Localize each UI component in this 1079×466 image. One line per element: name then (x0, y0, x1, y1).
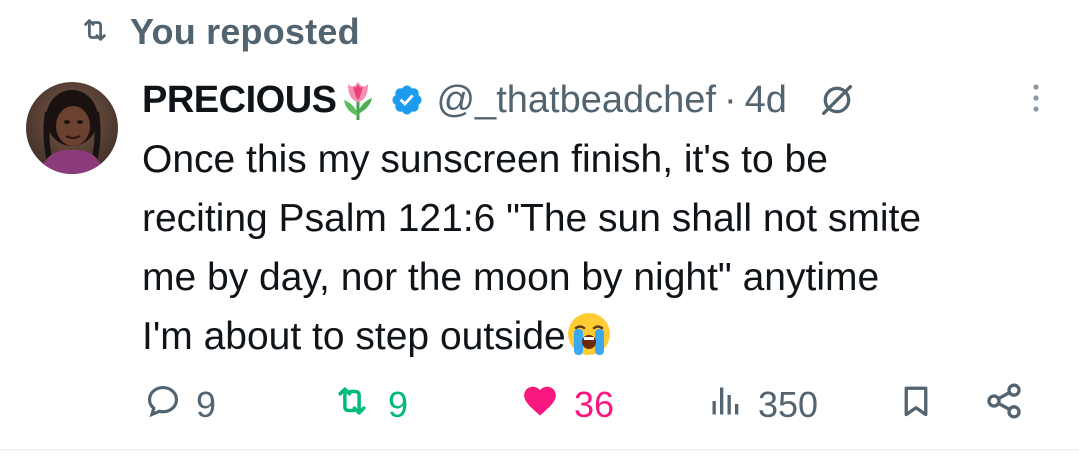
tweet-actions: 9 9 36 350 (142, 380, 1032, 430)
like-button[interactable]: 36 (520, 380, 614, 430)
reply-icon (144, 382, 182, 429)
separator-dot: · (723, 78, 737, 121)
tulip-emoji (340, 78, 376, 122)
repost-button[interactable]: 9 (330, 380, 408, 430)
repost-label: You reposted (130, 11, 360, 52)
tweet-header: PRECIOUS @_thatbeadchef · 4d (142, 70, 1042, 130)
verified-badge-icon[interactable] (390, 83, 424, 117)
author-handle[interactable]: @_thatbeadchef (436, 79, 715, 122)
reply-count: 9 (196, 384, 217, 425)
repost-icon (330, 382, 374, 429)
like-count: 36 (574, 384, 615, 425)
tweet-text: Once this my sunscreen finish, it's to b… (142, 130, 1047, 374)
bookmark-icon (898, 381, 934, 430)
tweet-timestamp[interactable]: 4d (745, 79, 787, 122)
views-count: 350 (758, 384, 819, 425)
tweet-body[interactable]: PRECIOUS @_thatbeadchef · 4d Once this m… (142, 70, 1042, 374)
repost-icon (78, 15, 112, 50)
tweet-text-line: I'm about to step outside (142, 315, 566, 358)
tweet-text-line: Once this my sunscreen finish, it's to b… (142, 138, 828, 181)
heart-icon (520, 382, 560, 429)
author-name[interactable]: PRECIOUS (142, 79, 337, 122)
avatar[interactable] (26, 82, 118, 174)
loudly-crying-face-emoji (566, 311, 612, 374)
tweet-divider (0, 449, 1079, 451)
share-icon (984, 381, 1024, 430)
tweet-text-line: me by day, nor the moon by night" anytim… (142, 256, 880, 299)
bookmark-button[interactable] (898, 380, 934, 430)
share-button[interactable] (984, 380, 1024, 430)
more-options-icon[interactable] (1030, 78, 1042, 118)
analytics-icon (708, 382, 744, 429)
tweet-text-line: reciting Psalm 121:6 "The sun shall not … (142, 197, 922, 240)
views-button[interactable]: 350 (708, 380, 818, 430)
repost-context[interactable]: You reposted (78, 8, 360, 56)
grok-icon[interactable] (817, 80, 857, 120)
tweet-text-last-line: I'm about to step outside (142, 307, 1047, 374)
reply-button[interactable]: 9 (144, 380, 216, 430)
repost-count: 9 (388, 384, 409, 425)
